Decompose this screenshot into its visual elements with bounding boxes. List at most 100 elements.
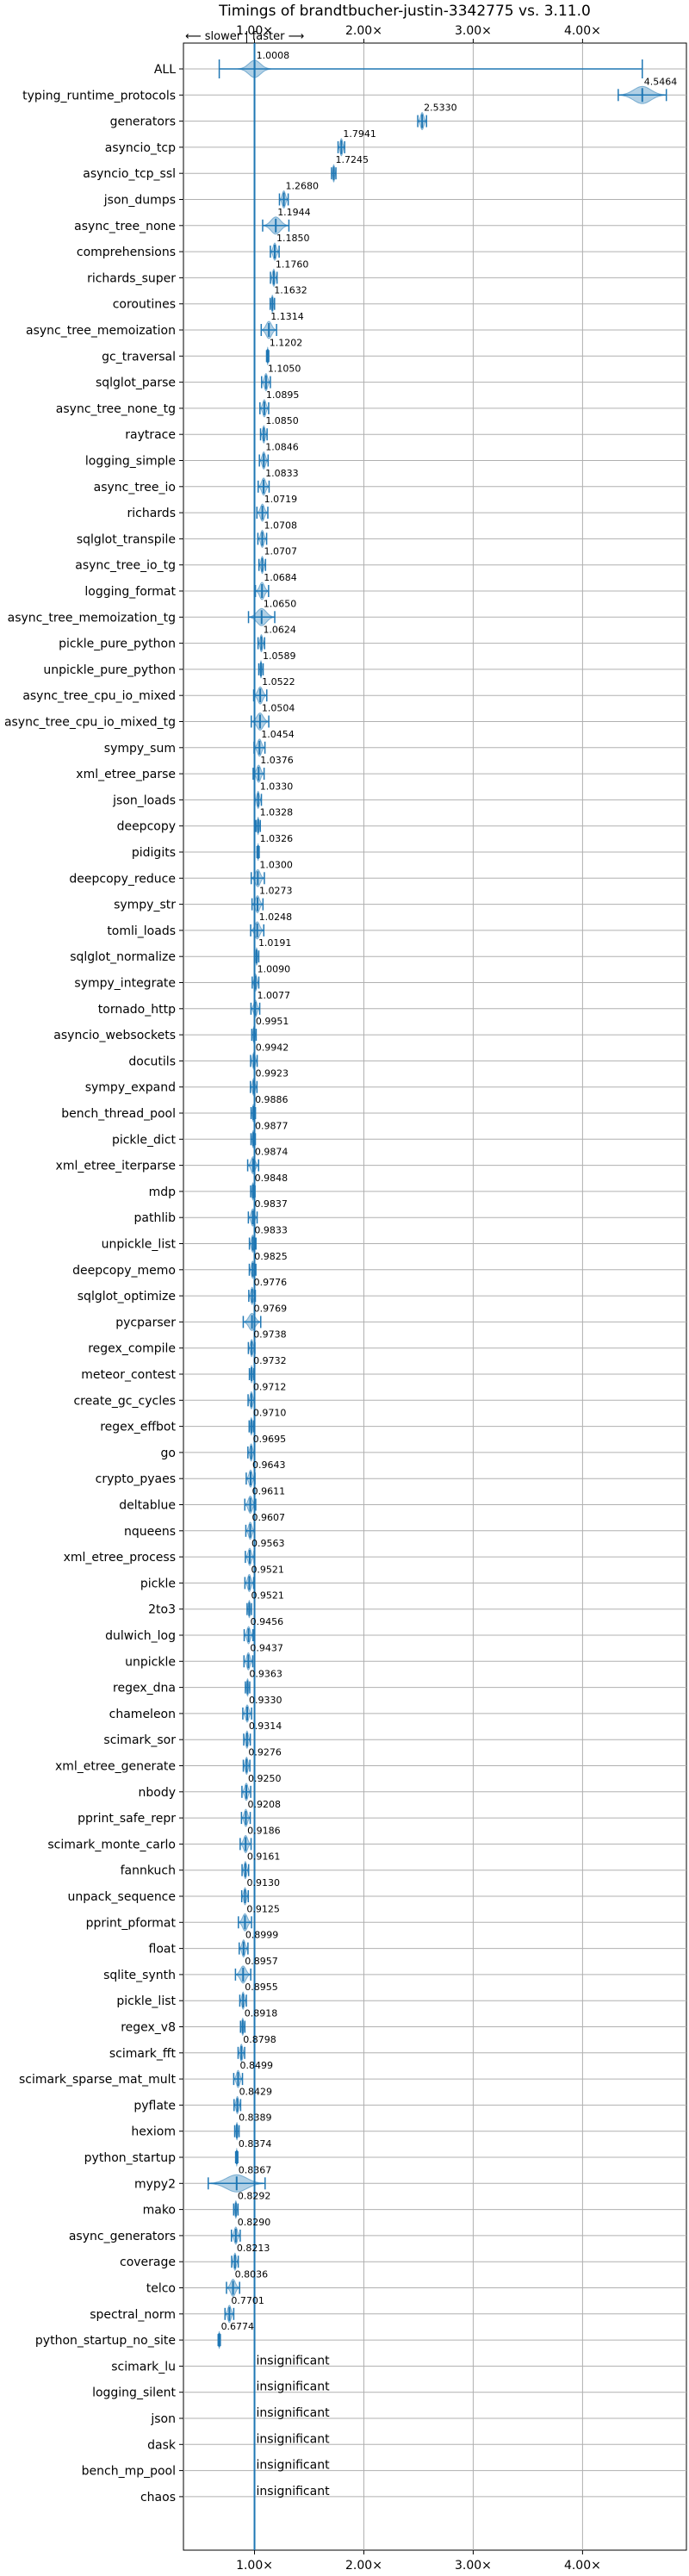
benchmark-label: unpickle xyxy=(125,1655,176,1669)
value-label: 0.9330 xyxy=(249,1695,282,1706)
benchmark-label: pprint_pformat xyxy=(86,1916,177,1930)
value-label: 1.0454 xyxy=(261,729,295,740)
value-label: 0.9874 xyxy=(255,1147,289,1158)
value-label: 0.9521 xyxy=(251,1590,284,1602)
insignificant-label: insignificant xyxy=(257,2354,331,2368)
value-label: 0.6774 xyxy=(221,2321,255,2332)
value-label: 1.0300 xyxy=(259,859,293,870)
benchmark-label: sqlite_synth xyxy=(103,1969,176,1982)
benchmark-label: dulwich_log xyxy=(105,1629,176,1643)
value-label: 0.9951 xyxy=(256,1016,289,1027)
value-label: 0.9611 xyxy=(252,1486,286,1497)
benchmark-label: sqlglot_optimize xyxy=(78,1290,176,1304)
benchmark-label: scimark_sparse_mat_mult xyxy=(19,2073,176,2087)
value-label: 1.0191 xyxy=(258,937,292,949)
benchmark-label: logging_format xyxy=(84,585,176,599)
value-label: 0.9942 xyxy=(256,1042,289,1053)
benchmark-label: async_tree_io xyxy=(94,481,176,495)
benchmark-label: richards xyxy=(127,507,177,520)
value-label: 1.0589 xyxy=(263,650,296,662)
x-tick-label-top: 3.00× xyxy=(455,24,492,38)
value-label: 0.9208 xyxy=(247,1799,281,1810)
value-label: 0.9732 xyxy=(253,1355,287,1366)
value-label: 0.8918 xyxy=(245,2008,278,2019)
x-tick-label-bottom: 3.00× xyxy=(455,2559,492,2573)
value-label: 1.0090 xyxy=(258,964,291,975)
value-label: 1.1632 xyxy=(274,285,307,296)
benchmark-label: deepcopy_memo xyxy=(72,1264,176,1278)
benchmark-label: deepcopy xyxy=(117,820,176,834)
benchmark-label: chameleon xyxy=(109,1708,176,1721)
value-label: 0.9848 xyxy=(255,1173,289,1184)
benchmark-label: python_startup xyxy=(84,2151,176,2165)
benchmark-label: xml_etree_process xyxy=(64,1551,176,1565)
benchmark-label: python_startup_no_site xyxy=(35,2334,176,2348)
benchmark-label: pycparser xyxy=(115,1316,176,1329)
value-label: 0.8292 xyxy=(238,2191,271,2202)
value-label: 1.0684 xyxy=(264,572,297,583)
value-label: 4.5464 xyxy=(644,76,678,87)
benchmark-label: tomli_loads xyxy=(107,924,176,938)
benchmark-label: regex_compile xyxy=(88,1342,176,1356)
benchmark-label: mako xyxy=(143,2204,176,2218)
benchmark-label: sympy_str xyxy=(114,899,176,912)
value-label: 1.0522 xyxy=(262,676,295,688)
benchmark-label: tornado_http xyxy=(98,1003,176,1017)
benchmark-label: scimark_lu xyxy=(111,2360,176,2374)
value-label: 0.8374 xyxy=(239,2138,272,2150)
benchmark-label: json xyxy=(150,2412,176,2426)
insignificant-label: insignificant xyxy=(257,2380,331,2394)
value-label: 0.9607 xyxy=(252,1512,286,1523)
benchmark-label: logging_silent xyxy=(92,2386,176,2400)
benchmark-label: mdp xyxy=(149,1185,177,1199)
benchmark-label: async_tree_cpu_io_mixed xyxy=(22,689,176,703)
benchmark-label: async_tree_cpu_io_mixed_tg xyxy=(4,716,176,730)
value-label: 0.9886 xyxy=(255,1094,289,1105)
benchmark-label: generators xyxy=(110,115,176,129)
benchmark-label: telco xyxy=(146,2282,176,2296)
value-label: 1.1050 xyxy=(268,364,301,375)
benchmark-label: nqueens xyxy=(124,1525,176,1539)
value-label: 1.0650 xyxy=(264,598,297,609)
benchmark-label: raytrace xyxy=(125,428,176,442)
value-label: 0.8429 xyxy=(239,2086,273,2097)
benchmark-label: pickle xyxy=(140,1577,176,1590)
value-label: 1.1202 xyxy=(270,337,303,348)
benchmark-label: 2to3 xyxy=(148,1603,176,1617)
value-label: 0.8213 xyxy=(237,2243,270,2254)
value-label: 1.0708 xyxy=(264,520,298,531)
benchmark-label: pickle_dict xyxy=(112,1133,177,1147)
value-label: 0.9877 xyxy=(255,1120,289,1131)
value-label: 0.9776 xyxy=(254,1277,288,1288)
value-label: 0.9837 xyxy=(254,1198,288,1210)
benchmark-label: logging_simple xyxy=(85,455,176,469)
benchmark-label: async_generators xyxy=(69,2230,176,2243)
benchmark-label: spectral_norm xyxy=(90,2308,176,2322)
benchmark-label: ALL xyxy=(154,63,176,77)
benchmark-label: asyncio_tcp_ssl xyxy=(83,167,176,181)
value-label: 1.0719 xyxy=(264,494,298,505)
value-label: 0.9521 xyxy=(251,1564,284,1575)
value-label: 0.8957 xyxy=(245,1956,278,1967)
value-label: 2.5330 xyxy=(424,103,457,114)
value-label: 0.9769 xyxy=(254,1303,288,1314)
insignificant-label: insignificant xyxy=(257,2459,331,2473)
benchmark-label: deepcopy_reduce xyxy=(69,872,176,886)
value-label: 0.8499 xyxy=(239,2060,273,2071)
value-label: 1.1850 xyxy=(276,233,310,244)
benchmark-label: asyncio_websockets xyxy=(53,1029,176,1042)
benchmark-label: bench_mp_pool xyxy=(82,2465,176,2479)
benchmark-label: gc_traversal xyxy=(102,350,176,364)
label-layer: 1.00× 1.00× 2.00× 2.00× 3.00× 3.00× 4.00× 4.00×… xyxy=(4,24,677,2573)
benchmark-label: scimark_monte_carlo xyxy=(47,1838,176,1851)
benchmark-label: sqlglot_parse xyxy=(96,376,176,390)
value-label: 0.8999 xyxy=(245,1930,279,1941)
benchmark-label: nbody xyxy=(139,1786,177,1800)
value-label: 1.1314 xyxy=(270,311,304,322)
benchmark-label: async_tree_io_tg xyxy=(75,559,176,573)
benchmark-label: asyncio_tcp xyxy=(105,141,176,155)
x-tick-label-top: 4.00× xyxy=(564,24,601,38)
value-label: 1.2680 xyxy=(286,181,320,192)
chart-container: Timings of brandtbucher-justin-3342775 v… xyxy=(0,0,689,2576)
benchmark-label: pickle_list xyxy=(116,1994,176,2008)
